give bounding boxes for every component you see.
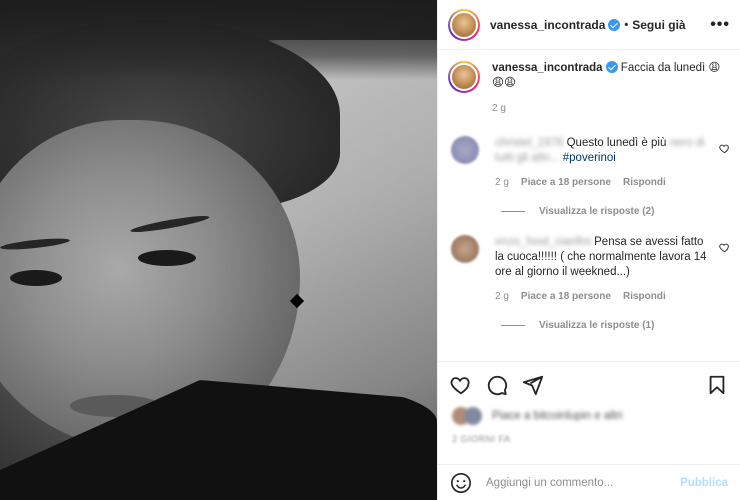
- comment-input[interactable]: [486, 476, 681, 489]
- comment-like-heart-icon[interactable]: [719, 143, 730, 154]
- comment-likes[interactable]: Piace a 18 persone: [521, 289, 611, 304]
- comment-likes[interactable]: Piace a 18 persone: [521, 175, 611, 190]
- commenter-avatar[interactable]: [451, 136, 479, 164]
- caption-text: Faccia da lunedì: [620, 62, 706, 74]
- comment-like-heart-icon[interactable]: [719, 242, 730, 253]
- replies-divider: [501, 211, 525, 212]
- view-replies-label: Visualizza le risposte (1): [539, 320, 655, 331]
- view-replies-button[interactable]: Visualizza le risposte (1): [501, 320, 740, 331]
- comment-reply-button[interactable]: Rispondi: [623, 289, 666, 304]
- comment-item: christel_1976 Questo lunedì è più nero d…: [438, 136, 740, 190]
- publish-button[interactable]: Pubblica: [680, 477, 728, 489]
- header-separator: •: [624, 18, 629, 31]
- comment-bubble-icon[interactable]: [486, 374, 508, 396]
- post-action-bar: [438, 361, 740, 407]
- caption-username[interactable]: vanessa_incontrada: [492, 62, 603, 74]
- emoji-smiley-icon[interactable]: [450, 472, 472, 494]
- comments-section[interactable]: vanessa_incontrada Faccia da lunedì 😩😩😩 …: [438, 51, 740, 361]
- replies-divider: [501, 325, 525, 326]
- photo-top-shade: [0, 0, 437, 80]
- comment-meta: 2 g Piace a 18 persone Rispondi: [495, 289, 710, 304]
- save-bookmark-icon[interactable]: [706, 374, 728, 396]
- photo-eye-right: [138, 250, 196, 266]
- commenter-username[interactable]: christel_1976: [495, 137, 563, 149]
- liker-avatar: [464, 407, 482, 425]
- comment-reply-button[interactable]: Rispondi: [623, 175, 666, 190]
- verified-badge-icon: [605, 61, 618, 73]
- comment-meta: 2 g Piace a 18 persone Rispondi: [495, 175, 710, 190]
- comment-item: enzo_food_cianfini Pensa se avessi fatto…: [438, 235, 740, 304]
- photo-eye-left: [10, 270, 62, 286]
- author-avatar[interactable]: [448, 8, 480, 41]
- more-options-icon[interactable]: •••: [710, 16, 730, 34]
- post-caption: vanessa_incontrada Faccia da lunedì 😩😩😩 …: [438, 51, 740, 116]
- post-side-panel: vanessa_incontrada • Segui già ••• vanes…: [437, 0, 740, 500]
- verified-badge-icon: [608, 18, 621, 31]
- comment-text: Pensa se: [594, 236, 643, 248]
- following-button[interactable]: Segui già: [632, 18, 685, 32]
- like-heart-icon[interactable]: [450, 374, 472, 396]
- comment-composer: Pubblica: [438, 464, 740, 500]
- post-header: vanessa_incontrada • Segui già •••: [438, 0, 740, 50]
- comment-hashtag-link[interactable]: #poverinoi: [563, 152, 616, 164]
- share-send-icon[interactable]: [522, 374, 544, 396]
- comment-text: Questo lunedì è più: [566, 137, 667, 149]
- commenter-username[interactable]: enzo_food_cianfini: [495, 236, 591, 248]
- caption-emoji-2: 😩: [492, 77, 504, 89]
- author-username[interactable]: vanessa_incontrada: [490, 18, 605, 32]
- caption-emoji-3: 😩: [504, 77, 516, 89]
- view-replies-label: Visualizza le risposte (2): [539, 206, 655, 217]
- commenter-avatar[interactable]: [451, 235, 479, 263]
- likes-summary-text: Piace a bitcoinlupin e altri: [492, 410, 623, 422]
- post-photo[interactable]: [0, 0, 437, 500]
- comment-time: 2 g: [495, 291, 509, 302]
- caption-avatar[interactable]: [448, 61, 480, 93]
- comment-time: 2 g: [495, 177, 509, 188]
- post-date[interactable]: 2 GIORNI FA: [452, 434, 511, 444]
- caption-time: 2 g: [492, 103, 506, 114]
- caption-emoji-1: 😩: [708, 62, 721, 74]
- view-replies-button[interactable]: Visualizza le risposte (2): [501, 206, 740, 217]
- likes-summary[interactable]: Piace a bitcoinlupin e altri: [452, 407, 622, 425]
